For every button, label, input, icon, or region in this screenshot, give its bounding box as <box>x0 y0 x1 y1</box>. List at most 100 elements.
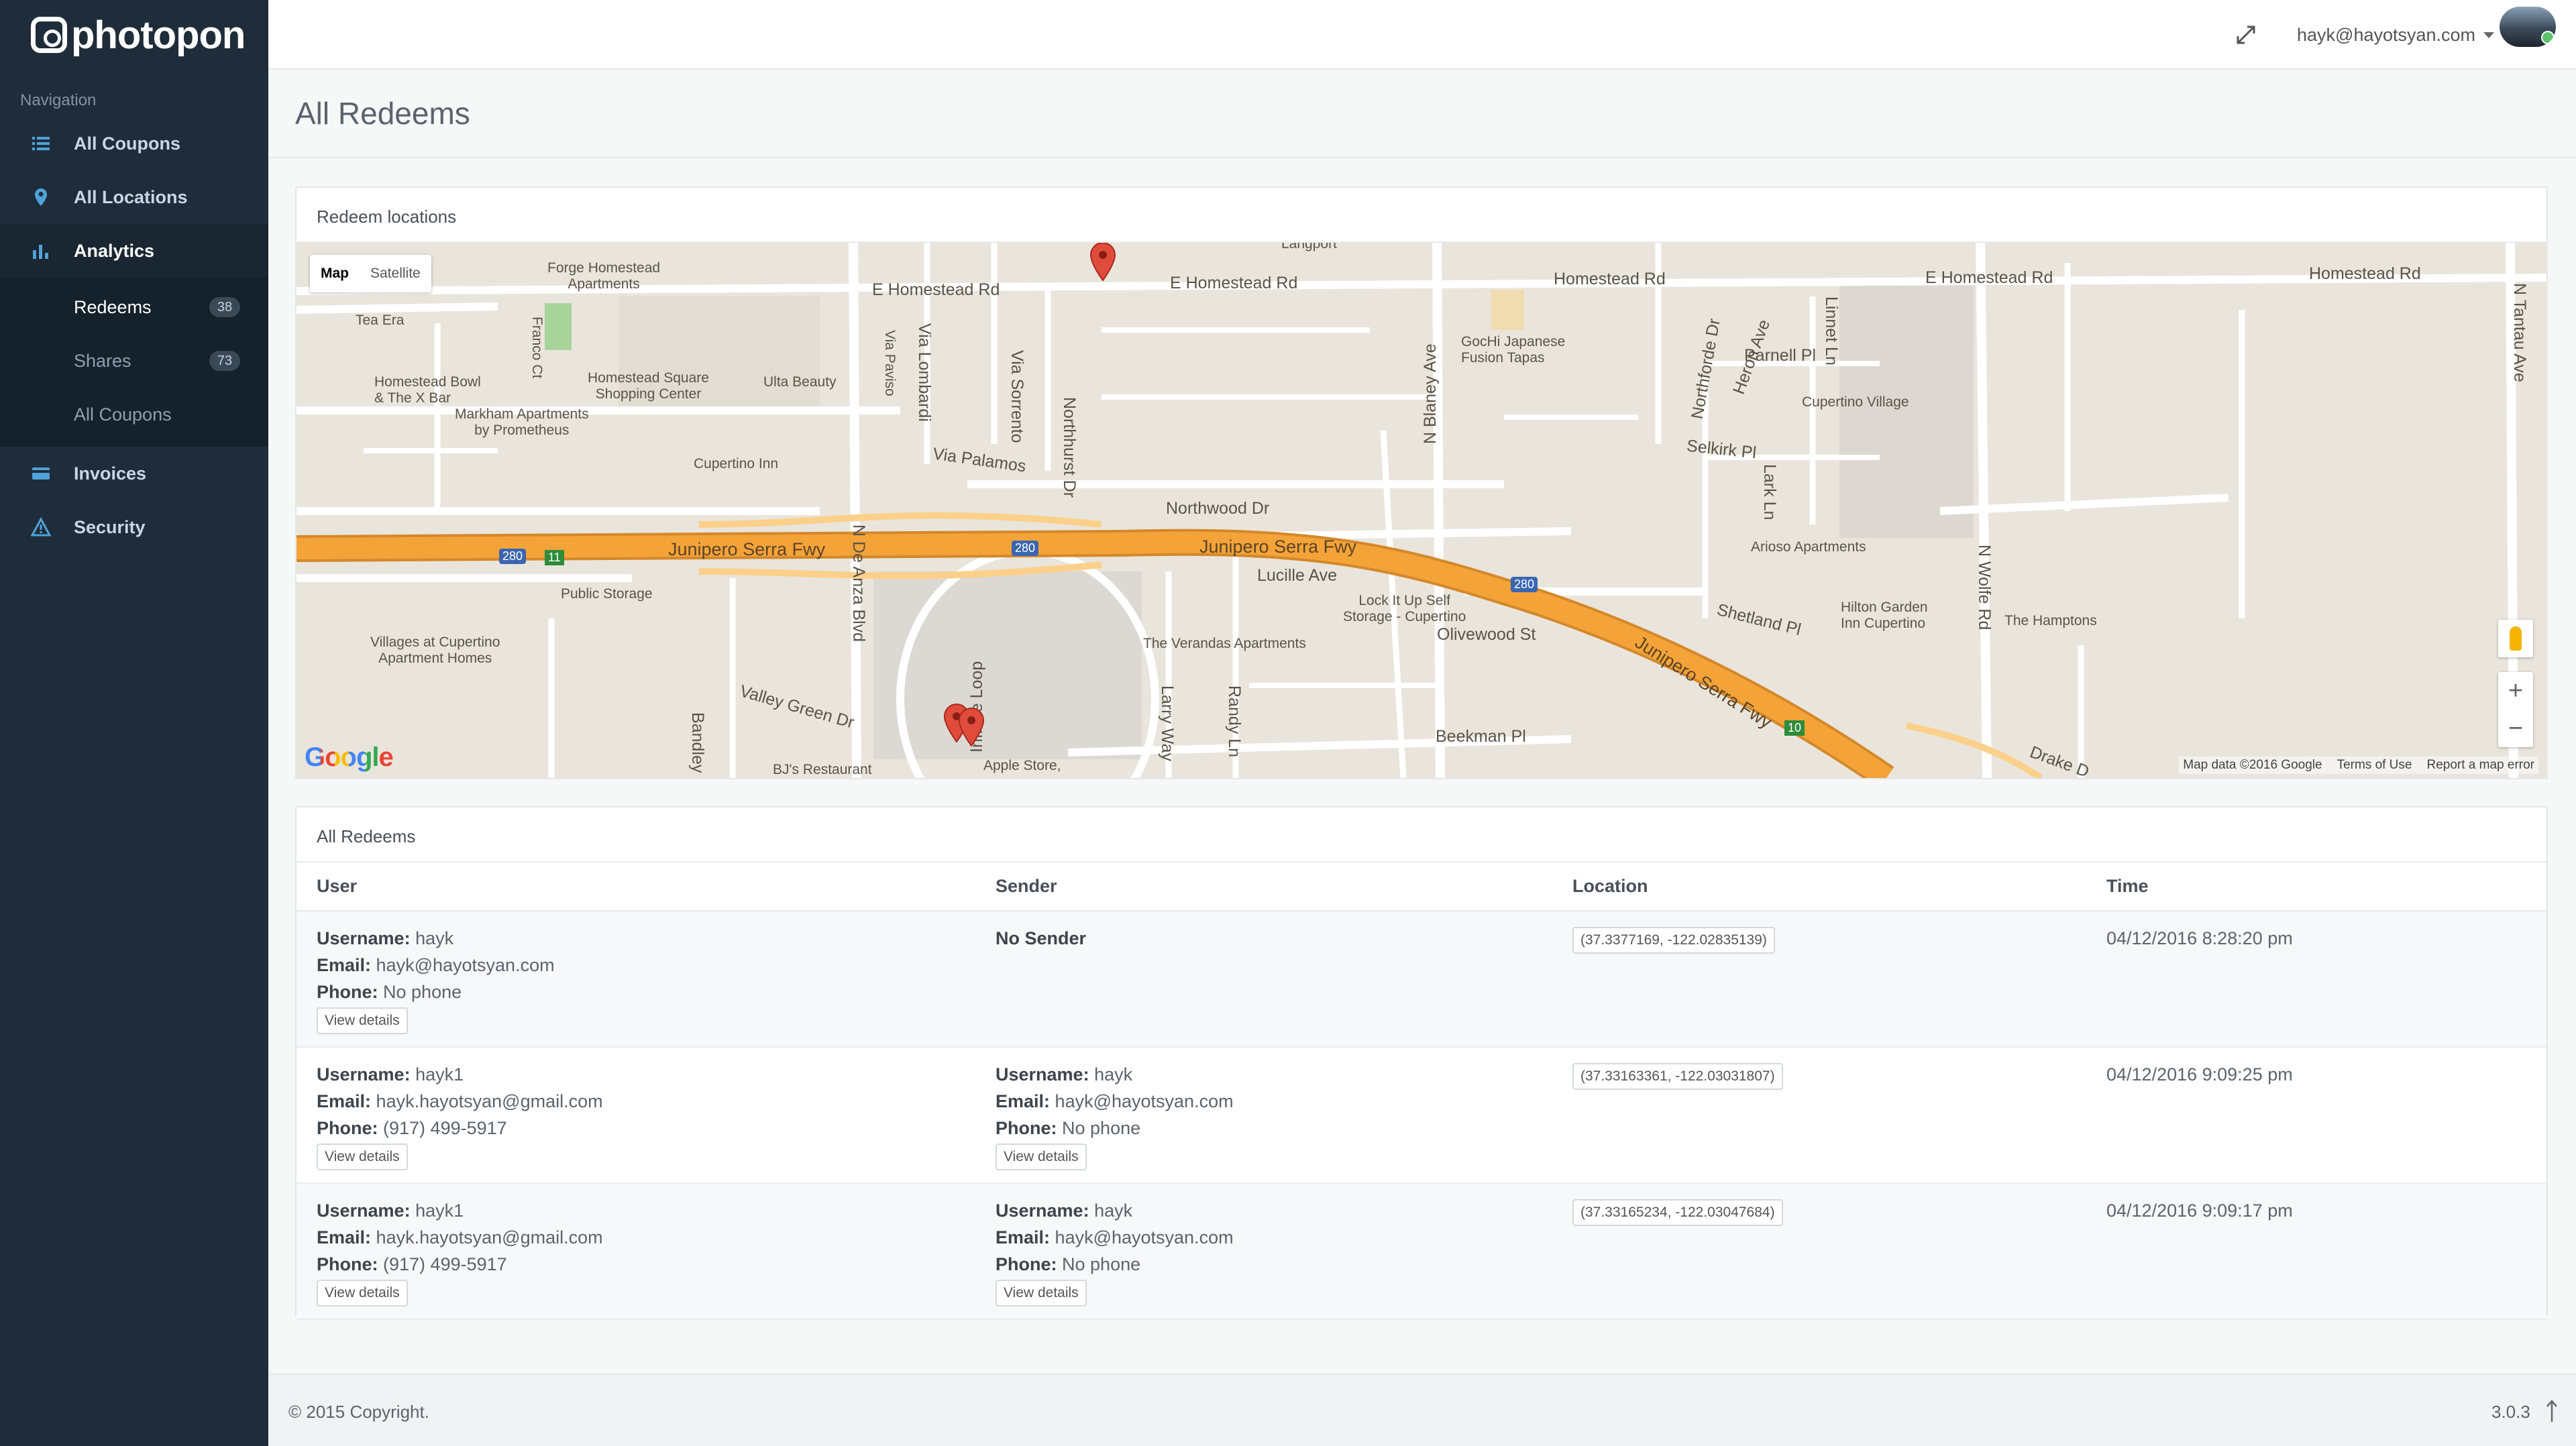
view-details-button[interactable]: View details <box>996 1144 1087 1170</box>
map-label: Lark Ln <box>1760 464 1779 520</box>
map-label: Beekman Pl <box>1436 727 1526 746</box>
view-details-button[interactable]: View details <box>996 1280 1087 1306</box>
caret-down-icon <box>2483 32 2495 38</box>
column-header-user: User <box>297 863 975 911</box>
phone: (917) 499-5917 <box>383 1118 507 1138</box>
username: hayk1 <box>415 1201 464 1221</box>
map-type-satellite-button[interactable]: Satellite <box>360 255 431 292</box>
map-attribution: Map data ©2016 Google Terms of Use Repor… <box>2179 757 2538 774</box>
location-coordinates[interactable]: (37.33165234, -122.03047684) <box>1572 1199 1783 1226</box>
view-details-button[interactable]: View details <box>317 1007 408 1034</box>
map-label: Forge Homestead Apartments <box>547 260 661 292</box>
field-label: Email: <box>996 1091 1051 1111</box>
field-label: Phone: <box>317 1254 378 1274</box>
sidebar-item-label: All Coupons <box>74 133 180 154</box>
map-panel-title: Redeem locations <box>297 188 2546 243</box>
zoom-out-button[interactable]: − <box>2498 710 2533 747</box>
table-row: Username: hayk Email: hayk@hayotsyan.com… <box>297 911 2546 1048</box>
copyright: © 2015 Copyright. <box>288 1402 429 1422</box>
street-view-pegman-icon[interactable] <box>2498 620 2533 657</box>
sidebar-item-all-locations[interactable]: All Locations <box>0 170 268 224</box>
map-label: E Homestead Rd <box>872 280 1000 299</box>
phone: (917) 499-5917 <box>383 1254 507 1274</box>
map-label: Larry Way <box>1158 685 1177 761</box>
sender-cell: Username: hayk Email: hayk@hayotsyan.com… <box>975 1047 1552 1184</box>
sidebar: photopon Navigation All Coupons All Loca… <box>0 0 268 1446</box>
map-panel: Redeem locations E Homestead Rd E Homest… <box>295 186 2548 779</box>
field-label: Username: <box>317 1064 411 1084</box>
view-details-button[interactable]: View details <box>317 1280 408 1306</box>
location-coordinates[interactable]: (37.3377169, -122.02835139) <box>1572 927 1775 954</box>
redeem-map[interactable]: E Homestead Rd E Homestead Rd Homestead … <box>297 243 2546 778</box>
email: hayk@hayotsyan.com <box>376 955 555 975</box>
table-row: Username: hayk1 Email: hayk.hayotsyan@gm… <box>297 1183 2546 1320</box>
column-header-location: Location <box>1552 863 2086 911</box>
username: hayk <box>415 928 454 948</box>
map-label: Homestead Rd <box>1554 270 1666 288</box>
map-label: Via Sorrento <box>1008 350 1026 443</box>
sidebar-item-invoices[interactable]: Invoices <box>0 447 268 500</box>
user-cell: Username: hayk Email: hayk@hayotsyan.com… <box>297 911 975 1048</box>
sidebar-item-label: Security <box>74 516 146 537</box>
map-label: BJ's Restaurant <box>773 762 872 777</box>
map-type-control: Map Satellite <box>310 255 431 292</box>
sender-cell: Username: hayk Email: hayk@hayotsyan.com… <box>975 1183 1552 1320</box>
email: hayk.hayotsyan@gmail.com <box>376 1227 603 1247</box>
map-label: Homestead Rd <box>2309 264 2421 283</box>
user-menu[interactable]: hayk@hayotsyan.com <box>2297 20 2495 50</box>
count-badge: 38 <box>209 297 240 317</box>
map-label: Arioso Apartments <box>1751 539 1866 555</box>
sidebar-subitem-label: Shares <box>74 350 131 371</box>
location-coordinates[interactable]: (37.33163361, -122.03031807) <box>1572 1063 1783 1090</box>
sidebar-subitem-shares[interactable]: Shares 73 <box>0 334 268 388</box>
map-label: E Homestead Rd <box>1925 268 2053 287</box>
sidebar-subitem-label: Redeems <box>74 296 152 317</box>
map-type-map-button[interactable]: Map <box>310 255 360 292</box>
user-email: hayk@hayotsyan.com <box>2297 24 2476 45</box>
sender-cell: No Sender <box>975 911 1552 1048</box>
sidebar-item-security[interactable]: Security <box>0 500 268 554</box>
brand-logo[interactable]: photopon <box>0 0 268 70</box>
sidebar-item-analytics[interactable]: Analytics <box>0 224 268 278</box>
sidebar-subitem-all-coupons[interactable]: All Coupons <box>0 388 268 441</box>
map-label: Junipero Serra Fwy <box>668 539 826 559</box>
email: hayk.hayotsyan@gmail.com <box>376 1091 603 1111</box>
map-label: Cupertino Inn <box>694 456 779 471</box>
map-label: Cupertino Village <box>1802 394 1909 410</box>
scroll-to-top-icon[interactable] <box>2545 1399 2559 1423</box>
sidebar-subitem-redeems[interactable]: Redeems 38 <box>0 280 268 334</box>
field-label: Phone: <box>317 982 378 1002</box>
google-logo-text: Google <box>305 742 394 772</box>
field-label: Phone: <box>317 1118 378 1138</box>
list-icon <box>31 133 51 154</box>
field-label: Username: <box>996 1064 1089 1084</box>
sidebar-item-all-coupons[interactable]: All Coupons <box>0 117 268 170</box>
avatar[interactable] <box>2500 7 2556 47</box>
time-cell: 04/12/2016 8:28:20 pm <box>2086 911 2546 1048</box>
page-header: All Redeems <box>268 71 2576 158</box>
top-bar: hayk@hayotsyan.com <box>268 0 2576 70</box>
field-label: Email: <box>317 955 372 975</box>
credit-card-icon <box>31 463 51 484</box>
zoom-in-button[interactable]: + <box>2498 672 2533 710</box>
version-number: 3.0.3 <box>2491 1402 2530 1422</box>
redeem-marker-icon[interactable] <box>1089 243 1116 282</box>
no-sender-text: No Sender <box>996 928 1087 948</box>
redeem-marker-icon[interactable] <box>958 707 985 747</box>
redeems-table: User Sender Location Time Username: hayk… <box>297 863 2546 1320</box>
user-cell: Username: hayk1 Email: hayk.hayotsyan@gm… <box>297 1047 975 1184</box>
fullscreen-icon[interactable] <box>2233 21 2259 48</box>
time-cell: 04/12/2016 9:09:25 pm <box>2086 1047 2546 1184</box>
sidebar-item-label: Invoices <box>74 463 147 484</box>
report-map-error-link[interactable]: Report a map error <box>2426 758 2534 773</box>
map-roads <box>297 243 2546 778</box>
page-title: All Redeems <box>295 96 470 131</box>
map-label: Junipero Serra Fwy <box>1199 537 1357 557</box>
map-label: N Wolfe Rd <box>1975 545 1994 630</box>
exit-11-sign: 11 <box>545 550 564 565</box>
username: hayk <box>1094 1064 1133 1084</box>
view-details-button[interactable]: View details <box>317 1144 408 1170</box>
username: hayk <box>1094 1201 1133 1221</box>
terms-of-use-link[interactable]: Terms of Use <box>2337 758 2412 773</box>
map-label: Northhurst Dr <box>1060 397 1079 498</box>
